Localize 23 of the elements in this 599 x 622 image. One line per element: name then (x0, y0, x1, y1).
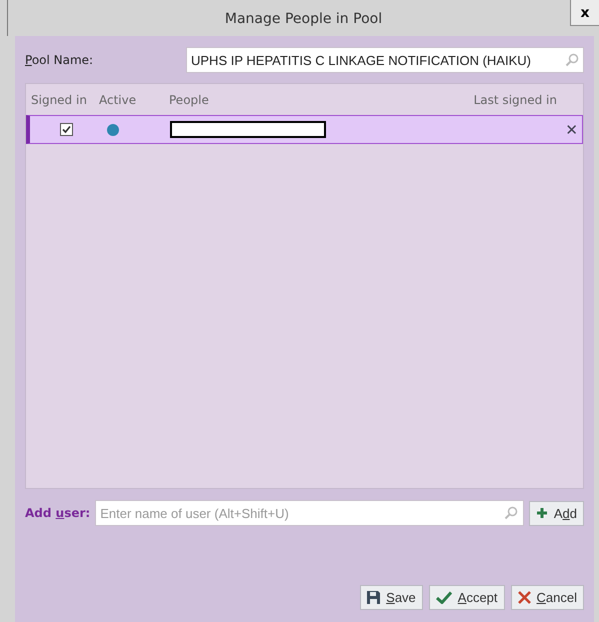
pool-name-label: Pool Name: (25, 53, 94, 67)
add-user-label: Add user: (25, 506, 90, 520)
remove-button[interactable]: ✕ (561, 120, 582, 138)
window-title: Manage People in Pool (224, 11, 382, 27)
checkbox[interactable] (60, 123, 72, 136)
save-button[interactable]: Save (360, 585, 423, 610)
close-icon (518, 591, 531, 604)
accept-button[interactable]: Accept (428, 585, 505, 610)
search-icon (565, 53, 579, 67)
add-user-field[interactable]: Enter name of user (Alt+Shift+U) (95, 500, 524, 526)
column-header: Last signed in (474, 92, 558, 106)
column-header: Signed in (30, 92, 88, 106)
add-button[interactable]: Add (528, 500, 584, 526)
table-row[interactable]: ✕ (26, 115, 583, 144)
plus-icon (536, 507, 548, 519)
search-icon (504, 506, 518, 520)
pool-name-field[interactable]: UPHS IP HEPATITIS C LINKAGE NOTIFICATION (HAIKU) (186, 47, 584, 73)
people-field[interactable] (170, 121, 326, 138)
cancel-button[interactable]: Cancel (510, 585, 584, 610)
checkmark-icon (436, 591, 452, 604)
column-header: Active (99, 92, 138, 106)
close-button[interactable]: x (570, 0, 599, 26)
column-header: People (169, 92, 210, 106)
